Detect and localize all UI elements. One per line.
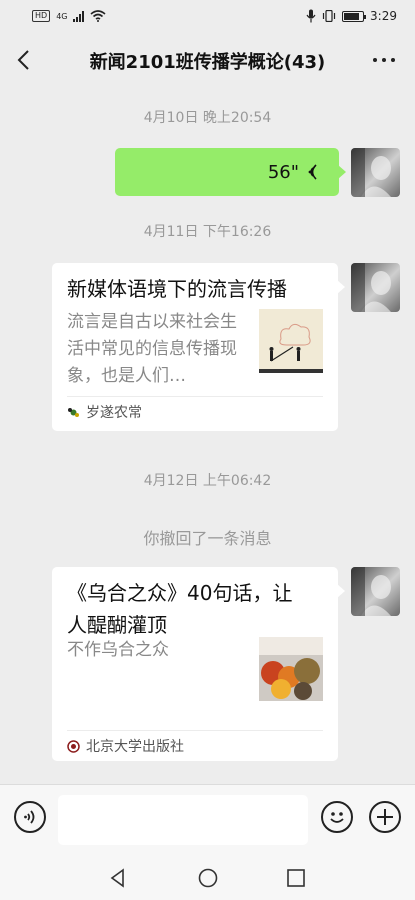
message-input[interactable] [58, 795, 308, 845]
chat-title: 新闻2101班传播学概论(43) [89, 52, 326, 73]
nav-home-icon[interactable] [197, 867, 219, 889]
article-title: 新媒体语境下的流言传播 [67, 277, 287, 301]
timestamp: 4月11日 下午16:26 [143, 224, 272, 240]
avatar[interactable] [351, 263, 400, 312]
source-name: 北京大学出版社 [86, 739, 184, 755]
system-nav-bar [0, 858, 415, 900]
article-description: 不作乌合之众 [67, 640, 169, 660]
recall-notice: 你撤回了一条消息 [143, 529, 272, 548]
voice-duration: 56" [267, 161, 299, 183]
source-name: 岁遂农常 [86, 405, 142, 421]
article-title: 《乌合之众》40句话，让人醍醐灌顶 [67, 581, 293, 637]
voice-mode-icon[interactable] [14, 801, 46, 833]
wifi-icon [90, 10, 107, 22]
voice-wave-icon [308, 164, 317, 180]
nav-back-icon[interactable] [108, 868, 128, 888]
timestamp: 4月10日 晚上20:54 [143, 110, 272, 126]
article-source: 岁遂农常 [67, 396, 323, 427]
article-card[interactable]: 新媒体语境下的流言传播 流言是自古以来社会生活中常见的信息传播现象，也是人们… … [52, 263, 345, 431]
input-bar [0, 784, 415, 858]
network-type: 4G [56, 11, 68, 21]
plus-icon[interactable] [369, 801, 401, 833]
clock: 3:29 [370, 9, 397, 23]
timestamp: 4月12日 上午06:42 [143, 473, 272, 489]
battery-icon [342, 10, 367, 22]
article-thumbnail [259, 637, 323, 701]
nav-recents-icon[interactable] [286, 868, 306, 888]
article-description: 流言是自古以来社会生活中常见的信息传播现象，也是人们… [67, 312, 237, 386]
article-source: 北京大学出版社 [67, 730, 323, 761]
signal-icon [73, 10, 85, 22]
voice-message-bubble[interactable]: 56" [115, 148, 346, 196]
emoji-icon[interactable] [321, 801, 353, 833]
source-logo-icon [67, 739, 80, 753]
avatar[interactable] [351, 567, 400, 616]
source-logo-icon [68, 407, 79, 417]
status-bar: HD 4G 3:29 [0, 0, 415, 32]
more-dots-icon[interactable] [373, 58, 395, 62]
vibrate-icon [322, 10, 336, 22]
avatar[interactable] [351, 148, 400, 197]
article-thumbnail [259, 309, 323, 373]
chevron-left-icon[interactable] [14, 46, 38, 74]
microphone-icon [306, 9, 316, 23]
hd-badge: HD [32, 10, 51, 22]
article-card[interactable]: 《乌合之众》40句话，让人醍醐灌顶 不作乌合之众 北京大学出版社 [52, 567, 345, 761]
chat-header: 新闻2101班传播学概论(43) [0, 32, 415, 90]
